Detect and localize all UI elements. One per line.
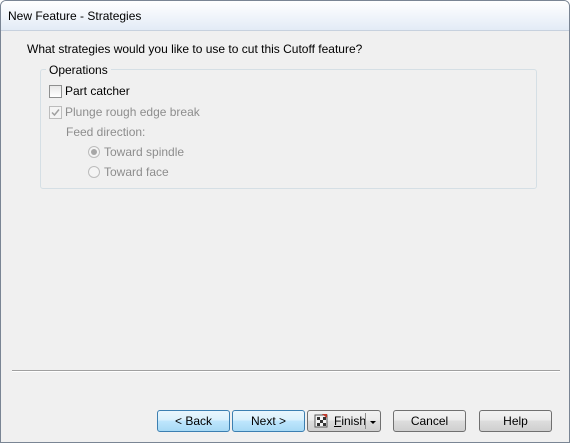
- button-separator: [12, 370, 560, 372]
- finish-button[interactable]: Finish: [307, 410, 381, 432]
- wizard-window: New Feature - Strategies What strategies…: [0, 0, 570, 443]
- finish-split-divider: [365, 413, 366, 429]
- radio-selected-dot: [91, 149, 97, 155]
- dropdown-arrow-icon[interactable]: [370, 421, 376, 424]
- plunge-rough-option[interactable]: Plunge rough edge break: [49, 105, 200, 119]
- plunge-rough-label[interactable]: Plunge rough edge break: [65, 105, 200, 119]
- plunge-rough-checkbox[interactable]: [49, 105, 62, 119]
- toward-spindle-radio[interactable]: [88, 146, 100, 158]
- wizard-content: What strategies would you like to use to…: [9, 32, 561, 436]
- cancel-button[interactable]: Cancel: [393, 410, 466, 432]
- title-bar[interactable]: New Feature - Strategies: [1, 1, 569, 31]
- part-catcher-option[interactable]: Part catcher: [49, 84, 130, 98]
- toward-spindle-label[interactable]: Toward spindle: [104, 145, 184, 159]
- toward-face-option[interactable]: Toward face: [88, 165, 169, 179]
- back-button[interactable]: < Back: [157, 410, 230, 432]
- toward-spindle-option[interactable]: Toward spindle: [88, 145, 184, 159]
- checkmark-icon: [51, 108, 60, 116]
- feed-direction-label: Feed direction:: [66, 125, 146, 139]
- part-catcher-label[interactable]: Part catcher: [65, 84, 130, 98]
- finish-label: Finish: [334, 414, 367, 428]
- part-catcher-checkbox[interactable]: [49, 84, 62, 98]
- help-button[interactable]: Help: [479, 410, 552, 432]
- next-button[interactable]: Next >: [232, 410, 305, 432]
- toward-face-radio[interactable]: [88, 166, 100, 178]
- operations-legend: Operations: [46, 63, 111, 77]
- finish-flag-icon: [314, 414, 328, 428]
- toward-face-label[interactable]: Toward face: [104, 165, 169, 179]
- window-title: New Feature - Strategies: [8, 9, 142, 23]
- strategy-prompt: What strategies would you like to use to…: [27, 42, 363, 56]
